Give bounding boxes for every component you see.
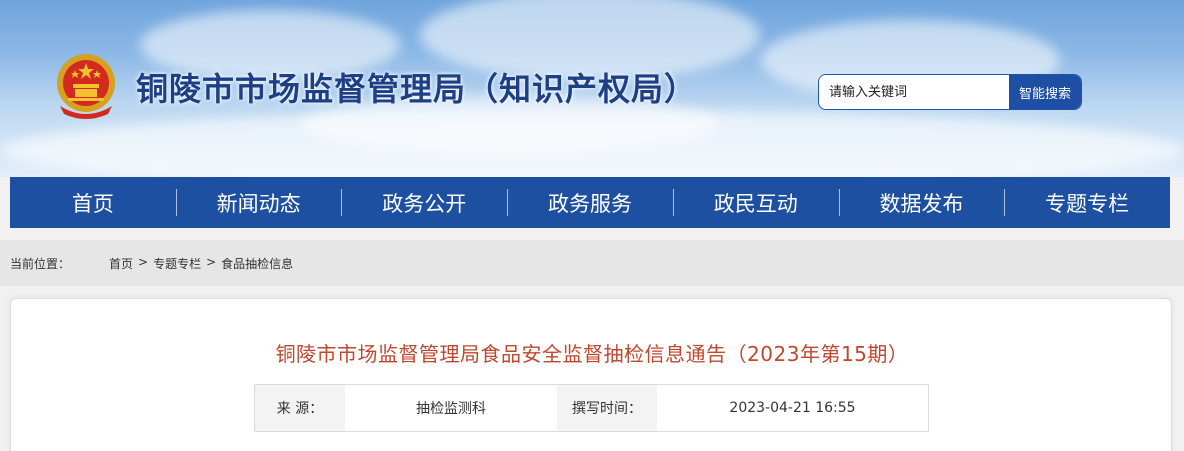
breadcrumb-separator: >	[206, 254, 217, 269]
header-banner: 铜陵市市场监督管理局（知识产权局） 智能搜索	[0, 0, 1184, 177]
nav-item-interaction[interactable]: 政民互动	[672, 177, 839, 228]
nav-item-public-affairs[interactable]: 政务公开	[341, 177, 507, 228]
article-title: 铜陵市市场监督管理局食品安全监督抽检信息通告（2023年第15期）	[275, 342, 909, 366]
breadcrumb-link-topics[interactable]: 专题专栏	[153, 255, 201, 272]
national-emblem-icon	[57, 54, 115, 119]
time-label: 撰写时间：	[557, 385, 657, 431]
source-label: 来 源：	[255, 385, 345, 431]
main-nav: 首页 新闻动态 政务公开 政务服务 政民互动 数据发布 专题专栏	[10, 177, 1170, 228]
search-button[interactable]: 智能搜索	[1009, 75, 1081, 109]
article-meta-table: 来 源： 抽检监测科 撰写时间： 2023-04-21 16:55	[254, 384, 929, 432]
breadcrumb-separator: >	[138, 254, 149, 269]
nav-item-home[interactable]: 首页	[10, 177, 176, 228]
nav-item-data[interactable]: 数据发布	[838, 177, 1005, 228]
site-title: 铜陵市市场监督管理局（知识产权局）	[136, 70, 698, 108]
article-card: 铜陵市市场监督管理局食品安全监督抽检信息通告（2023年第15期） 来 源： 抽…	[10, 298, 1172, 451]
search-input[interactable]	[819, 75, 1009, 109]
breadcrumb-path: 首页 > 专题专栏 > 食品抽检信息	[109, 255, 293, 272]
search-box: 智能搜索	[818, 74, 1082, 110]
source-value: 抽检监测科	[416, 401, 486, 417]
nav-item-news[interactable]: 新闻动态	[175, 177, 342, 228]
breadcrumb-link-home[interactable]: 首页	[109, 255, 133, 272]
nav-item-topics[interactable]: 专题专栏	[1004, 177, 1170, 228]
breadcrumb-link-food-inspection[interactable]: 食品抽检信息	[221, 255, 293, 272]
time-value: 2023-04-21 16:55	[729, 400, 856, 416]
breadcrumb: 当前位置： 首页 > 专题专栏 > 食品抽检信息	[0, 240, 1184, 286]
nav-item-services[interactable]: 政务服务	[507, 177, 673, 228]
breadcrumb-label: 当前位置：	[10, 256, 71, 271]
